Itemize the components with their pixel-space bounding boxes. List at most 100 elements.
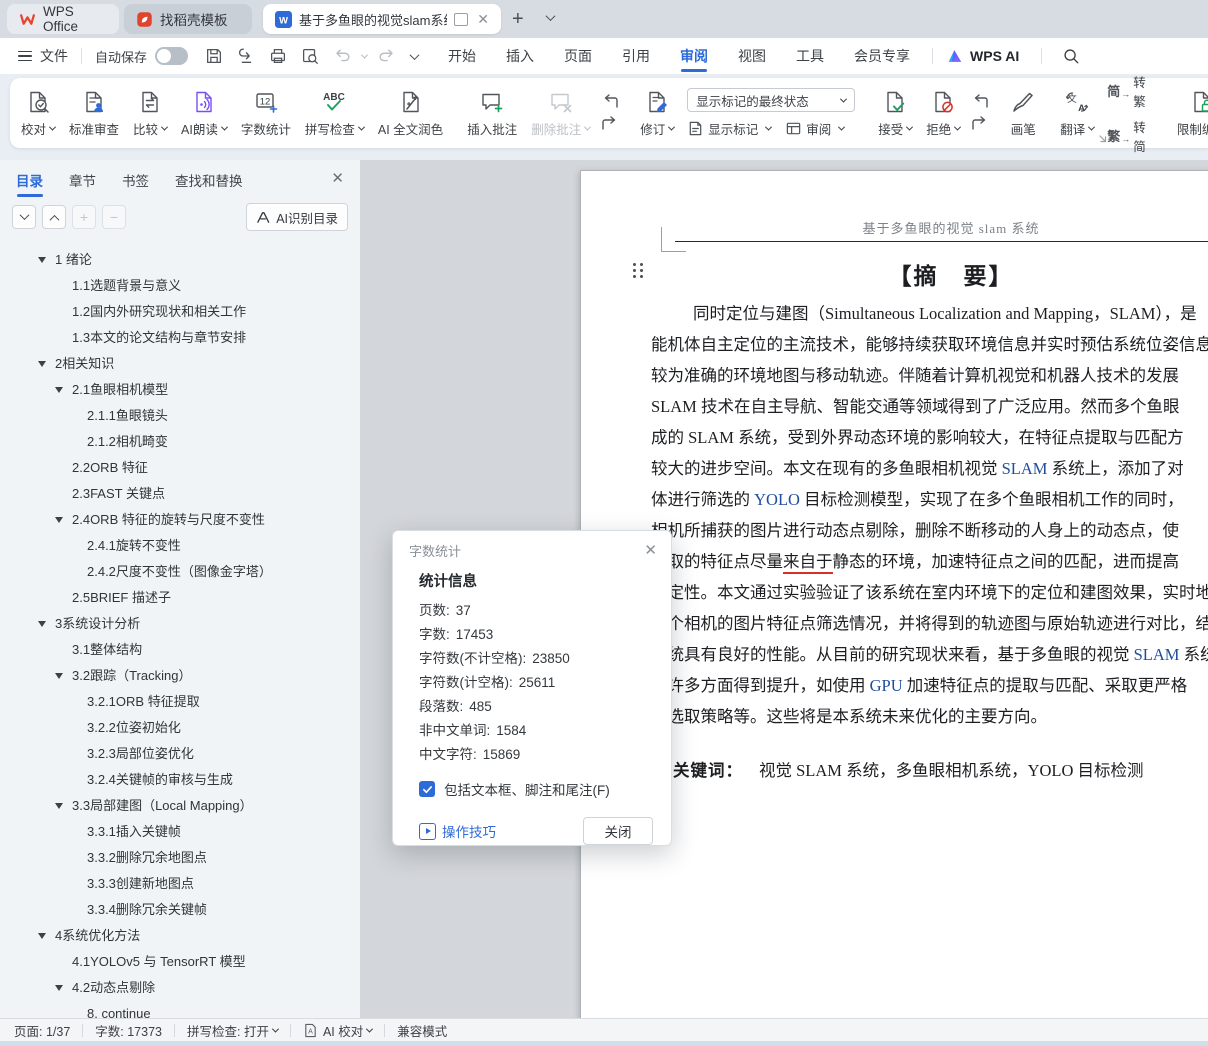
caret-down-icon[interactable] [55, 387, 63, 393]
print-preview-icon[interactable] [300, 46, 320, 66]
zoom-in-button[interactable]: + [72, 205, 96, 229]
toc-item[interactable]: 1.3本文的论文结构与章节安排 [0, 325, 360, 351]
zoom-out-button[interactable]: − [102, 205, 126, 229]
spell-check-button[interactable]: ABC 拼写检查 [298, 78, 371, 148]
toc-item[interactable]: 2.1.1鱼眼镜头 [0, 403, 360, 429]
caret-down-icon[interactable] [38, 621, 46, 627]
menu-引用[interactable]: 引用 [622, 38, 650, 74]
file-menu[interactable]: 文件 [40, 46, 68, 66]
caret-down-icon[interactable] [38, 361, 46, 367]
toc-item[interactable]: 2.4.1旋转不变性 [0, 533, 360, 559]
traditional-to-simplified-button[interactable]: 繁 → 转简 [1107, 117, 1146, 155]
quick-access-chevron-icon[interactable] [409, 49, 420, 60]
menu-视图[interactable]: 视图 [738, 38, 766, 74]
toc-item[interactable]: 3.3.1插入关键帧 [0, 819, 360, 845]
tab-list-chevron-icon[interactable] [545, 11, 556, 22]
sidebar-close-icon[interactable]: ✕ [331, 171, 344, 186]
toc-item[interactable]: 1 绪论 [0, 247, 360, 273]
redo-icon[interactable] [377, 46, 397, 66]
hamburger-icon[interactable] [18, 48, 32, 65]
toc-item[interactable]: 2相关知识 [0, 351, 360, 377]
spell-check-indicator[interactable]: 拼写检查: 打开 [187, 1021, 279, 1040]
word-count-dialog[interactable]: 字数统计 ✕ 统计信息 页数: 37 字数: 17453 字符数(不计空格): 23850… [392, 530, 672, 846]
close-icon[interactable]: ✕ [477, 12, 489, 26]
next-comment-icon[interactable] [601, 116, 619, 132]
ai-recognize-toc-button[interactable]: AI识别目录 [246, 203, 348, 231]
page-indicator[interactable]: 页面: 1/37 [14, 1021, 70, 1040]
simplified-to-traditional-button[interactable]: 简 → 转繁 [1107, 72, 1146, 110]
toc-item[interactable]: 3.3.2删除冗余地图点 [0, 845, 360, 871]
search-icon[interactable] [1061, 46, 1081, 66]
toc-item[interactable]: 3.3.3创建新地图点 [0, 871, 360, 897]
prev-change-icon[interactable] [971, 94, 989, 110]
restrict-edit-button[interactable]: 限制编辑 [1170, 78, 1208, 148]
toc-item[interactable]: 3.2.3局部位姿优化 [0, 741, 360, 767]
ai-proofread-indicator[interactable]: A AI 校对 [303, 1021, 374, 1040]
toc-item[interactable]: 3.2跟踪（Tracking） [0, 663, 360, 689]
markup-state-dropdown[interactable]: 显示标记的最终状态 [687, 88, 856, 112]
dialog-launcher-icon[interactable] [1098, 134, 1108, 144]
sidebar-tab-书签[interactable]: 书签 [122, 170, 149, 199]
toc-item[interactable]: 3.2.1ORB 特征提取 [0, 689, 360, 715]
document-page[interactable]: 基于多鱼眼的视觉 slam 系统 【摘 要】 同时定位与建图（Simultane… [580, 170, 1208, 1019]
toc-item[interactable]: 3.2.4关键帧的审核与生成 [0, 767, 360, 793]
caret-down-icon[interactable] [55, 985, 63, 991]
toc-item[interactable]: 2.3FAST 关键点 [0, 481, 360, 507]
compare-button[interactable]: 比较 [126, 78, 174, 148]
show-markup-button[interactable]: 显示标记 [687, 119, 773, 138]
save-icon[interactable] [204, 46, 224, 66]
word-count-indicator[interactable]: 字数: 17373 [95, 1021, 162, 1040]
undo-icon[interactable] [332, 46, 352, 66]
print-icon[interactable] [268, 46, 288, 66]
toc-item[interactable]: 2.4.2尺度不变性（图像金字塔） [0, 559, 360, 585]
next-change-icon[interactable] [971, 116, 989, 132]
caret-down-icon[interactable] [55, 517, 63, 523]
toc-item[interactable]: 1.2国内外研究现状和相关工作 [0, 299, 360, 325]
translate-button[interactable]: 文A 翻译 [1053, 78, 1101, 148]
autosave-toggle[interactable] [155, 47, 189, 65]
menu-页面[interactable]: 页面 [564, 38, 592, 74]
caret-down-icon[interactable] [55, 803, 63, 809]
pen-button[interactable]: 画笔 [1003, 78, 1043, 148]
accept-button[interactable]: 接受 [871, 78, 919, 148]
menu-插入[interactable]: 插入 [506, 38, 534, 74]
menu-工具[interactable]: 工具 [796, 38, 824, 74]
toc-item[interactable]: 4系统优化方法 [0, 923, 360, 949]
reject-button[interactable]: 拒绝 [919, 78, 967, 148]
operation-tips-link[interactable]: 操作技巧 [419, 821, 496, 841]
caret-down-icon[interactable] [38, 933, 46, 939]
toc-item[interactable]: 3.3.4删除冗余关键帧 [0, 897, 360, 923]
delete-comment-button[interactable]: 删除批注 [524, 78, 597, 148]
proofread-button[interactable]: 校对 [14, 78, 62, 148]
toc-item[interactable]: 3系统设计分析 [0, 611, 360, 637]
standard-review-button[interactable]: 标准审查 [62, 78, 126, 148]
toc-item[interactable]: 2.2ORB 特征 [0, 455, 360, 481]
menu-会员专享[interactable]: 会员专享 [854, 38, 910, 74]
toc-item[interactable]: 3.1整体结构 [0, 637, 360, 663]
tab-wps-office[interactable]: WPS Office [7, 4, 119, 34]
toc-item[interactable]: 3.2.2位姿初始化 [0, 715, 360, 741]
ai-read-button[interactable]: AI朗读 [174, 78, 234, 148]
sidebar-tab-查找和替换[interactable]: 查找和替换 [175, 170, 243, 199]
insert-comment-button[interactable]: 插入批注 [460, 78, 524, 148]
toc-item[interactable]: 2.1.2相机畸变 [0, 429, 360, 455]
toc-item[interactable]: 4.1YOLOv5 与 TensorRT 模型 [0, 949, 360, 975]
caret-down-icon[interactable] [38, 257, 46, 263]
close-dialog-button[interactable]: 关闭 [583, 817, 653, 845]
toc-item[interactable]: 8. continue [0, 1001, 360, 1019]
undo-chevron-icon[interactable] [360, 51, 369, 59]
menu-开始[interactable]: 开始 [448, 38, 476, 74]
dialog-close-icon[interactable]: ✕ [644, 543, 657, 558]
collapse-all-button[interactable] [12, 205, 36, 229]
toc-item[interactable]: 4.2动态点剔除 [0, 975, 360, 1001]
menu-审阅[interactable]: 审阅 [680, 38, 708, 74]
expand-all-button[interactable] [42, 205, 66, 229]
sidebar-tab-章节[interactable]: 章节 [69, 170, 96, 199]
export-icon[interactable] [236, 46, 256, 66]
tab-docer-templates[interactable]: 找稻壳模板 [124, 4, 252, 34]
prev-comment-icon[interactable] [601, 94, 619, 110]
toc-item[interactable]: 2.1鱼眼相机模型 [0, 377, 360, 403]
caret-down-icon[interactable] [55, 673, 63, 679]
window-icon[interactable] [454, 12, 469, 26]
sidebar-tab-目录[interactable]: 目录 [16, 170, 43, 199]
